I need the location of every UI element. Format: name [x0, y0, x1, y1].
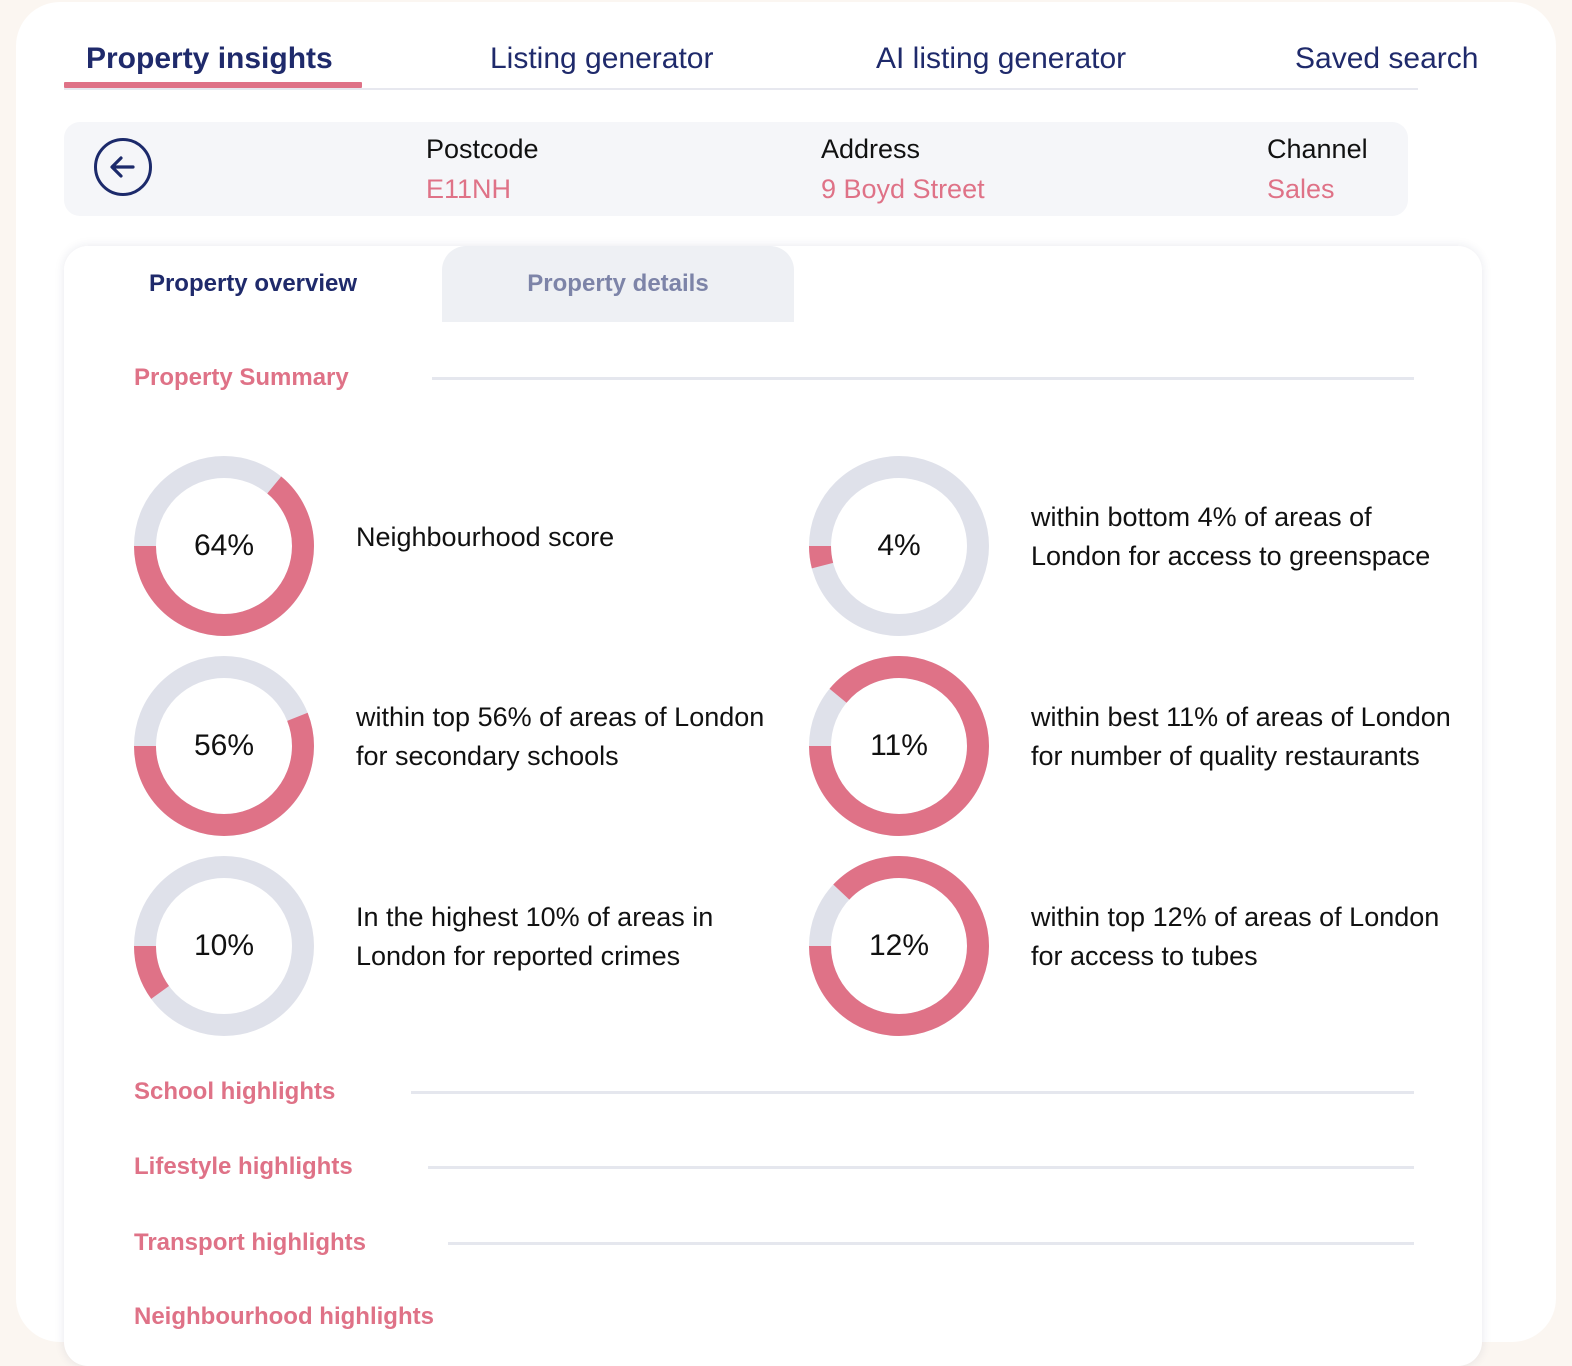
neighbourhood-highlights-heading[interactable]: Neighbourhood highlights [134, 1303, 434, 1331]
school-highlights-heading[interactable]: School highlights [134, 1078, 335, 1106]
postcode-label: Postcode [426, 134, 539, 164]
metric-description: London for access to greenspace [1031, 541, 1431, 571]
tab-bar-divider [64, 88, 1418, 90]
property-overview-card: Property overview Property details Prope… [64, 246, 1482, 1366]
active-tab-indicator [64, 82, 362, 88]
metric-value: 64% [193, 529, 255, 562]
metric-value: 11% [870, 729, 928, 762]
main-panel: Property insights Listing generator AI l… [16, 2, 1556, 1366]
metric-value: 56% [193, 729, 255, 762]
tab-listing-generator[interactable]: Listing generator [490, 42, 713, 76]
tab-property-insights[interactable]: Property insights [86, 42, 333, 76]
tab-property-overview[interactable]: Property overview [64, 246, 442, 322]
metric-description: within bottom 4% of areas of [1031, 502, 1372, 532]
property-summary-heading: Property Summary [134, 364, 349, 391]
metric-description: London for reported crimes [356, 941, 681, 971]
address-field: Address 9 Boyd Street [821, 134, 985, 204]
channel-value: Sales [1267, 174, 1335, 204]
property-info-bar: Postcode E11NH Address 9 Boyd Street Cha… [64, 122, 1408, 216]
channel-label: Channel [1267, 134, 1368, 164]
metric-description: within top 56% of areas of London [356, 702, 765, 732]
section-divider [448, 1242, 1414, 1245]
address-label: Address [821, 134, 921, 164]
metric-description: for access to tubes [1031, 941, 1258, 971]
top-tab-bar: Property insights Listing generator AI l… [16, 2, 1496, 102]
metric-description: Neighbourhood score [356, 522, 615, 552]
back-button[interactable] [94, 138, 152, 196]
section-divider [428, 1166, 1414, 1169]
metric-value: 12% [868, 929, 930, 962]
metric-description: In the highest 10% of areas in [356, 902, 714, 932]
tab-property-details[interactable]: Property details [442, 246, 794, 322]
address-value: 9 Boyd Street [821, 174, 985, 204]
tab-saved-search[interactable]: Saved search [1295, 42, 1478, 76]
tab-ai-listing-generator[interactable]: AI listing generator [876, 42, 1126, 76]
metric-description: for secondary schools [356, 741, 619, 771]
postcode-value: E11NH [426, 174, 512, 204]
metric-description: for number of quality restaurants [1031, 741, 1420, 771]
arrow-left-icon [110, 156, 135, 178]
channel-field: Channel Sales [1267, 134, 1368, 204]
postcode-field: Postcode E11NH [426, 134, 539, 204]
transport-highlights-heading[interactable]: Transport highlights [134, 1229, 366, 1257]
metric-value: 4% [877, 529, 921, 562]
section-divider [432, 377, 1414, 380]
lifestyle-highlights-heading[interactable]: Lifestyle highlights [134, 1153, 353, 1181]
section-divider [411, 1091, 1414, 1094]
metric-value: 10% [193, 929, 255, 962]
metric-description: within best 11% of areas of London [1031, 702, 1451, 732]
metric-description: within top 12% of areas of London [1031, 902, 1440, 932]
